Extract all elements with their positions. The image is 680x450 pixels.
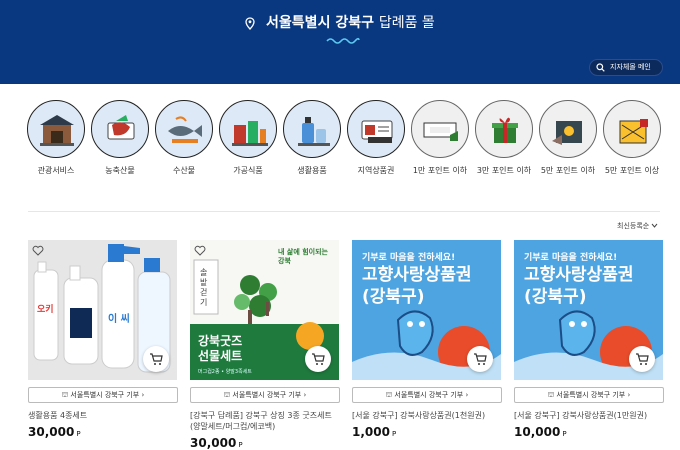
product-image[interactable]: 기부로 마음을 전하세요! 고향사랑상품권 (강북구) [514, 240, 663, 380]
product-image-text: 머그컵2종 • 양말3족세트 [198, 369, 252, 375]
price-unit: P [391, 430, 397, 438]
product-image-text: 고향사랑상품권 (강북구) [362, 265, 472, 307]
price-value: 30,000 [190, 436, 237, 450]
category-label: 3만 포인트 이하 [476, 166, 532, 175]
category-points-50k-above[interactable]: 5만 포인트 이상 [600, 100, 664, 176]
category-points-50k-below[interactable]: 5만 포인트 이하 [536, 100, 600, 176]
product-card[interactable]: 오키 이 씨 ⛫ 서울특별시 강북구 기부 › 생활용품 4종세트 30,000… [28, 240, 178, 439]
mall-title-suffix: 답례품 몰 [378, 15, 435, 31]
donate-label: 서울특별시 강북구 기부 [70, 391, 140, 399]
product-name[interactable]: 생활용품 4종세트 [28, 410, 178, 421]
price-unit: P [562, 430, 567, 438]
donate-button[interactable]: ⛫ 서울특별시 강북구 기부 › [514, 387, 664, 403]
cart-icon [150, 353, 163, 365]
shop-icon: ⛫ [547, 391, 555, 399]
chevron-down-icon [652, 223, 658, 228]
wave-decoration-icon [326, 37, 360, 44]
category-label: 관광서비스 [37, 166, 75, 175]
price-value: 10,000 [514, 425, 561, 439]
product-image-text: 내 삶에 힘이되는 강북 [278, 248, 328, 265]
add-to-cart-button[interactable] [629, 346, 655, 372]
product-name[interactable]: [서울 강북구] 강북사랑상품권(1만원권) [514, 410, 664, 421]
product-name[interactable]: [강북구 답례품] 강북구 상징 3종 굿즈세트(양말세트/머그컵/에코백) [190, 410, 340, 432]
category-label: 5만 포인트 이하 [540, 166, 596, 175]
donate-button[interactable]: ⛫ 서울특별시 강북구 기부 › [28, 387, 178, 403]
product-image-text: 기부로 마음을 전하세요! [524, 253, 618, 263]
product-image[interactable]: 솔밭걷기 내 삶에 힘이되는 강북 강북굿즈 선물세트 머그컵2종 • 양말3족… [190, 240, 339, 380]
add-to-cart-button[interactable] [143, 346, 169, 372]
product-image-text: 기부로 마음을 전하세요! [362, 253, 456, 263]
cash-icon [411, 100, 469, 158]
divider [28, 211, 660, 212]
product-image[interactable]: 기부로 마음을 전하세요! 고향사랑상품권 (강북구) [352, 240, 501, 380]
price-value: 30,000 [28, 425, 75, 439]
sort-dropdown[interactable]: 최신등록순 [617, 221, 658, 231]
category-label: 수산물 [172, 166, 196, 175]
donate-button[interactable]: ⛫ 서울특별시 강북구 기부 › [190, 387, 340, 403]
fish-icon [155, 100, 213, 158]
sort-label: 최신등록순 [617, 222, 650, 230]
product-name[interactable]: [서울 강북구] 강북사랑상품권(1천원권) [352, 410, 502, 421]
product-card[interactable]: 기부로 마음을 전하세요! 고향사랑상품권 (강북구) ⛫ 서울특별시 강북구 기… [352, 240, 502, 439]
product-card[interactable]: 기부로 마음을 전하세요! 고향사랑상품권 (강북구) ⛫ 서울특별시 강북구 기… [514, 240, 664, 439]
product-price: 1,000 P [352, 425, 502, 439]
site-header: 서울특별시 강북구 답례품 몰 지자체몰 메인 [0, 0, 680, 84]
tourism-icon [27, 100, 85, 158]
category-points-10k[interactable]: 1만 포인트 이하 [408, 100, 472, 176]
product-image[interactable]: 오키 이 씨 [28, 240, 177, 380]
product-image-text: 이 씨 [108, 314, 130, 325]
product-image-text: 강북굿즈 선물세트 [198, 334, 243, 363]
search-icon [596, 63, 605, 72]
voucher-icon [347, 100, 405, 158]
category-label: 지역상품권 [357, 166, 395, 175]
product-image-text: 오키 [37, 305, 54, 315]
cart-icon [636, 353, 649, 365]
category-label: 생활용품 [297, 166, 327, 175]
price-value: 1,000 [352, 425, 390, 439]
local-mall-main-label: 지자체몰 메인 [610, 63, 651, 71]
shop-icon: ⛫ [61, 391, 69, 399]
product-price: 10,000 P [514, 425, 664, 439]
shop-icon: ⛫ [385, 391, 393, 399]
household-icon [283, 100, 341, 158]
mall-title-region: 서울특별시 강북구 [266, 15, 374, 31]
donate-label: 서울특별시 강북구 기부 [232, 391, 302, 399]
cart-icon [474, 353, 487, 365]
category-label: 5만 포인트 이상 [604, 166, 660, 175]
category-local-voucher[interactable]: 지역상품권 [344, 100, 408, 176]
heart-icon[interactable] [194, 245, 206, 256]
product-image-text: 솔밭걷기 [200, 268, 208, 307]
category-label: 1만 포인트 이하 [412, 166, 468, 175]
local-mall-main-button[interactable]: 지자체몰 메인 [589, 59, 663, 76]
category-label: 가공식품 [233, 166, 263, 175]
category-household[interactable]: 생활용품 [280, 100, 344, 176]
gift-box-icon [539, 100, 597, 158]
donate-label: 서울특별시 강북구 기부 [556, 391, 626, 399]
meat-icon [91, 100, 149, 158]
shop-icon: ⛫ [223, 391, 231, 399]
price-unit: P [238, 441, 243, 449]
heart-icon[interactable] [32, 245, 44, 256]
product-price: 30,000 P [28, 425, 178, 439]
donate-button[interactable]: ⛫ 서울특별시 강북구 기부 › [352, 387, 502, 403]
category-points-30k[interactable]: 3만 포인트 이하 [472, 100, 536, 176]
category-agriculture[interactable]: 농축산물 [88, 100, 152, 176]
premium-gift-icon [603, 100, 661, 158]
add-to-cart-button[interactable] [467, 346, 493, 372]
category-processed-food[interactable]: 가공식품 [216, 100, 280, 176]
product-price: 30,000 P [190, 436, 340, 450]
donate-label: 서울특별시 강북구 기부 [394, 391, 464, 399]
category-label: 농축산물 [105, 166, 135, 175]
processed-food-icon [219, 100, 277, 158]
product-image-text: 고향사랑상품권 (강북구) [524, 265, 634, 307]
category-seafood[interactable]: 수산물 [152, 100, 216, 176]
gift-icon [475, 100, 533, 158]
category-tourism[interactable]: 관광서비스 [24, 100, 88, 176]
add-to-cart-button[interactable] [305, 346, 331, 372]
location-pin-icon [245, 16, 255, 30]
cart-icon [312, 353, 325, 365]
mall-title: 서울특별시 강북구 답례품 몰 [0, 12, 680, 34]
product-card[interactable]: 솔밭걷기 내 삶에 힘이되는 강북 강북굿즈 선물세트 머그컵2종 • 양말3족… [190, 240, 340, 450]
price-unit: P [76, 430, 81, 438]
